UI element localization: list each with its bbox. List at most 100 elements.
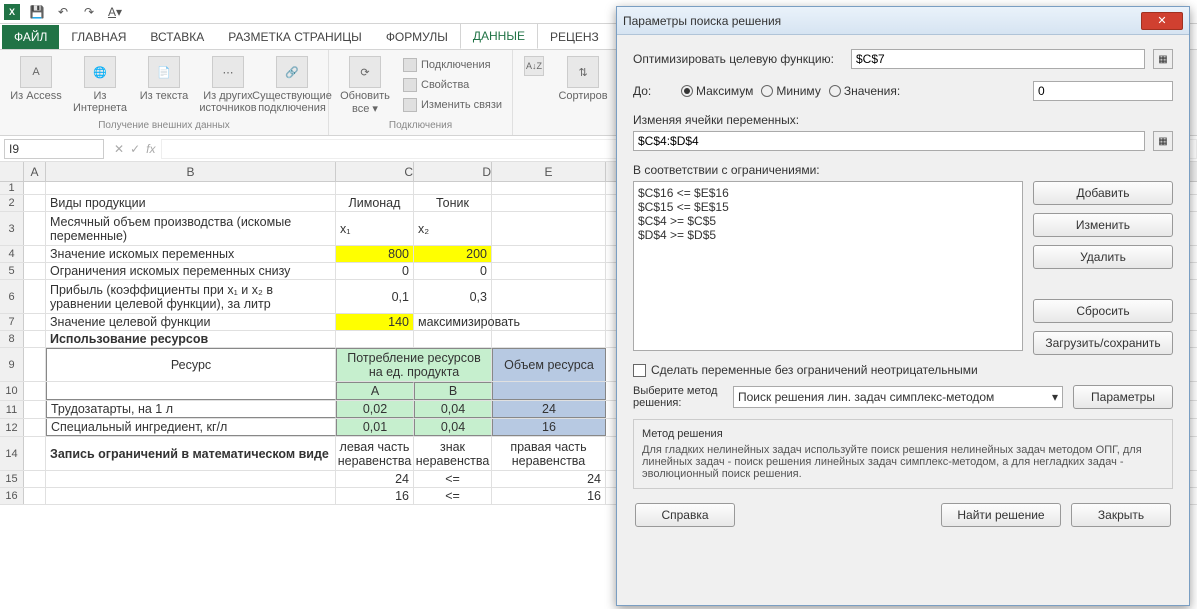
row-header[interactable]: 2 [0, 195, 24, 211]
cell[interactable]: 16 [492, 488, 606, 504]
cell[interactable]: правая часть неравенства [492, 437, 606, 470]
cell[interactable]: A [336, 382, 414, 400]
cell[interactable]: Объем ресурса [492, 348, 606, 381]
from-other-button[interactable]: ⋯Из других источников [198, 52, 258, 114]
edit-links-button[interactable]: Изменить связи [399, 96, 506, 114]
cell[interactable] [492, 212, 606, 245]
cell[interactable]: знак неравенства [414, 437, 492, 470]
cell[interactable]: 0,04 [414, 401, 492, 418]
help-button[interactable]: Справка [635, 503, 735, 527]
change-constraint-button[interactable]: Изменить [1033, 213, 1173, 237]
cell[interactable] [46, 382, 336, 400]
cell[interactable] [24, 419, 46, 436]
save-icon[interactable]: 💾 [28, 3, 46, 21]
cell[interactable]: 24 [492, 471, 606, 487]
row-header[interactable]: 1 [0, 182, 24, 194]
params-button[interactable]: Параметры [1073, 385, 1173, 409]
cell[interactable] [414, 182, 492, 194]
redo-icon[interactable]: ↷ [80, 3, 98, 21]
from-web-button[interactable]: 🌐Из Интернета [70, 52, 130, 114]
cell[interactable] [24, 331, 46, 347]
cell[interactable]: левая часть неравенства [336, 437, 414, 470]
constraint-item[interactable]: $C$15 <= $E$15 [638, 200, 1018, 214]
col-header-D[interactable]: D [414, 162, 492, 181]
properties-button[interactable]: Свойства [399, 76, 506, 94]
tab-review[interactable]: РЕЦЕНЗ [538, 25, 611, 49]
cell[interactable] [492, 331, 606, 347]
cell[interactable]: 16 [492, 419, 606, 436]
tab-insert[interactable]: ВСТАВКА [138, 25, 216, 49]
close-dialog-button[interactable]: Закрыть [1071, 503, 1171, 527]
tab-home[interactable]: ГЛАВНАЯ [59, 25, 138, 49]
row-header[interactable]: 6 [0, 280, 24, 313]
existing-connections-button[interactable]: 🔗Существующие подключения [262, 52, 322, 114]
add-constraint-button[interactable]: Добавить [1033, 181, 1173, 205]
cell[interactable]: B [414, 382, 492, 400]
cell[interactable]: максимизировать [414, 314, 492, 330]
cell[interactable]: <= [414, 471, 492, 487]
objective-input[interactable] [851, 49, 1145, 69]
cell[interactable] [24, 314, 46, 330]
row-header[interactable]: 15 [0, 471, 24, 487]
load-save-button[interactable]: Загрузить/сохранить [1033, 331, 1173, 355]
font-color-icon[interactable]: A▾ [106, 3, 124, 21]
cell[interactable]: Значение искомых переменных [46, 246, 336, 262]
cell[interactable] [46, 471, 336, 487]
from-access-button[interactable]: AИз Access [6, 52, 66, 114]
tab-formulas[interactable]: ФОРМУЛЫ [374, 25, 460, 49]
col-header-A[interactable]: A [24, 162, 46, 181]
row-header[interactable]: 16 [0, 488, 24, 504]
fx-icon[interactable]: fx [146, 142, 155, 156]
col-header-C[interactable]: C [336, 162, 414, 181]
tab-layout[interactable]: РАЗМЕТКА СТРАНИЦЫ [216, 25, 374, 49]
cell[interactable] [24, 471, 46, 487]
dialog-titlebar[interactable]: Параметры поиска решения ✕ [617, 7, 1189, 35]
tab-data[interactable]: ДАННЫЕ [460, 23, 538, 49]
cell[interactable]: Значение целевой функции [46, 314, 336, 330]
cell[interactable]: Использование ресурсов [46, 331, 336, 347]
method-select[interactable]: Поиск решения лин. задач симплекс-методо… [733, 386, 1063, 408]
solve-button[interactable]: Найти решение [941, 503, 1061, 527]
tab-file[interactable]: ФАЙЛ [2, 25, 59, 49]
cell[interactable] [24, 382, 46, 400]
cell[interactable]: Прибыль (коэффициенты при x₁ и x₂ в урав… [46, 280, 336, 313]
cell[interactable]: 24 [492, 401, 606, 418]
cell[interactable] [492, 263, 606, 279]
cell[interactable] [24, 488, 46, 504]
cell[interactable]: Ресурс [46, 348, 336, 381]
cell[interactable]: Виды продукции [46, 195, 336, 211]
cell[interactable] [46, 182, 336, 194]
name-box[interactable]: I9 [4, 139, 104, 159]
delete-constraint-button[interactable]: Удалить [1033, 245, 1173, 269]
cell[interactable]: 0 [336, 263, 414, 279]
constraint-item[interactable]: $C$16 <= $E$16 [638, 186, 1018, 200]
row-header[interactable]: 8 [0, 331, 24, 347]
cell[interactable] [24, 437, 46, 470]
cell[interactable] [24, 280, 46, 313]
cell[interactable] [492, 182, 606, 194]
cell[interactable]: 140 [336, 314, 414, 330]
sort-az-button[interactable]: A↓Z [519, 52, 549, 102]
row-header[interactable]: 3 [0, 212, 24, 245]
row-header[interactable]: 4 [0, 246, 24, 262]
radio-min[interactable]: Миниму [761, 84, 820, 98]
enter-icon[interactable]: ✓ [130, 142, 140, 156]
reset-button[interactable]: Сбросить [1033, 299, 1173, 323]
from-text-button[interactable]: 📄Из текста [134, 52, 194, 114]
close-button[interactable]: ✕ [1141, 12, 1183, 30]
cell[interactable]: Потребление ресурсов на ед. продукта [336, 348, 492, 381]
cell[interactable] [24, 246, 46, 262]
cell[interactable]: Тоник [414, 195, 492, 211]
variables-input[interactable] [633, 131, 1145, 151]
cell[interactable] [24, 182, 46, 194]
row-header[interactable]: 12 [0, 419, 24, 436]
cell[interactable] [492, 246, 606, 262]
cell[interactable]: 16 [336, 488, 414, 504]
undo-icon[interactable]: ↶ [54, 3, 72, 21]
col-header-B[interactable]: B [46, 162, 336, 181]
cell[interactable] [336, 182, 414, 194]
row-header[interactable]: 7 [0, 314, 24, 330]
cell[interactable]: 0,04 [414, 419, 492, 436]
row-header[interactable]: 14 [0, 437, 24, 470]
row-header[interactable]: 5 [0, 263, 24, 279]
